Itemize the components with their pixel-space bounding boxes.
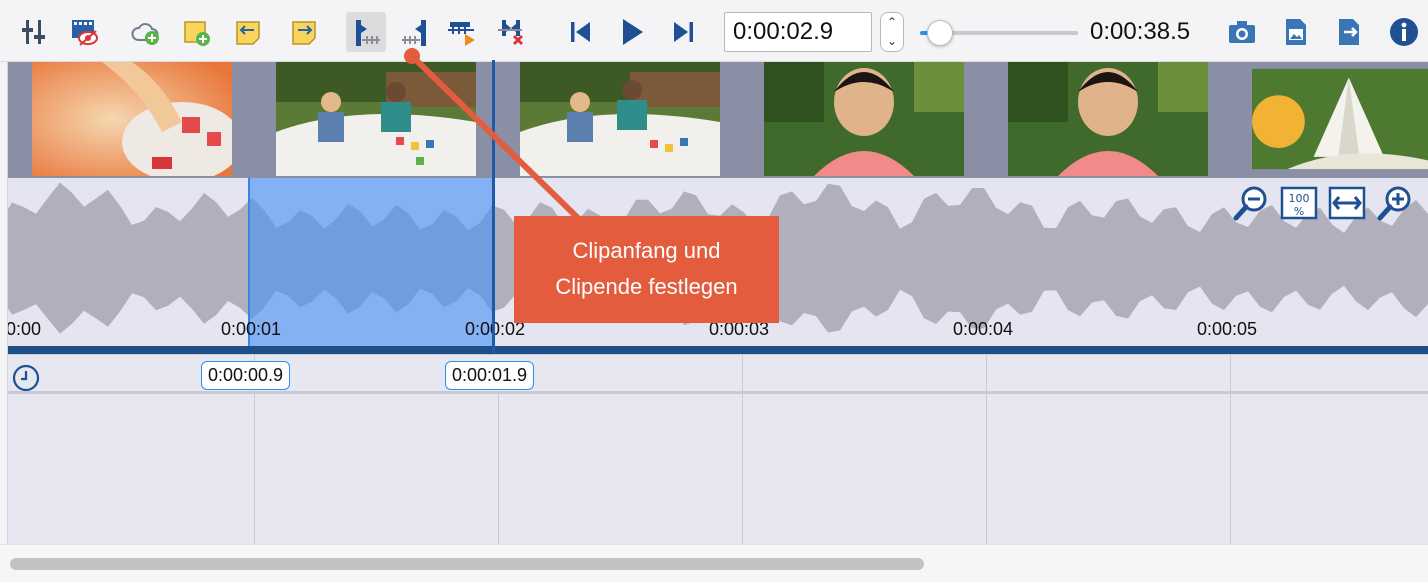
camera-icon xyxy=(1229,21,1255,43)
grid-line xyxy=(986,355,987,391)
note-add-icon xyxy=(184,21,210,46)
equalizer-button[interactable] xyxy=(14,12,54,52)
skip-back-button[interactable] xyxy=(560,12,600,52)
note-left-arrow-icon xyxy=(236,21,260,45)
sliders-icon xyxy=(22,20,45,44)
kids-playing-image xyxy=(276,62,476,176)
grid-line xyxy=(742,355,743,391)
thumbnail-frame xyxy=(1008,62,1208,176)
playback-slider[interactable] xyxy=(920,20,1078,46)
clip-start-marker[interactable]: 0:00:00.9 xyxy=(201,361,291,390)
timeline-left-edge xyxy=(0,62,8,544)
grid-line xyxy=(742,394,743,544)
clip-play-icon xyxy=(448,22,475,46)
skip-back-icon xyxy=(571,22,590,42)
zoom-in-button[interactable] xyxy=(1376,184,1414,222)
svg-text:%: % xyxy=(1294,205,1304,218)
annotation-track[interactable] xyxy=(0,394,1428,544)
zoom-in-icon xyxy=(1377,186,1411,221)
thumbnail-frame xyxy=(520,62,720,176)
export-image-button[interactable] xyxy=(1276,12,1316,52)
current-time-field[interactable]: 0:00:02.9 xyxy=(724,12,872,52)
chevron-down-icon[interactable]: ⌄ xyxy=(881,32,903,51)
thumbnail-frame xyxy=(1252,62,1428,176)
note-right-arrow-icon xyxy=(292,21,316,45)
play-button[interactable] xyxy=(612,12,652,52)
film-eye-icon xyxy=(72,20,98,46)
playhead[interactable] xyxy=(492,60,495,356)
info-icon xyxy=(1390,18,1418,46)
skip-forward-icon xyxy=(674,22,693,42)
thumbnail-frame xyxy=(764,62,964,176)
play-icon xyxy=(623,19,643,45)
ruler-baseline xyxy=(0,346,1428,354)
toys-closeup-image xyxy=(32,62,232,176)
note-back-button[interactable] xyxy=(228,12,268,52)
clip-end-icon xyxy=(402,20,426,46)
info-button[interactable] xyxy=(1384,12,1424,52)
boy-portrait-image xyxy=(764,62,964,176)
set-clip-start-button[interactable] xyxy=(346,12,386,52)
fit-width-icon xyxy=(1328,186,1366,220)
skip-forward-button[interactable] xyxy=(664,12,704,52)
zoom-out-icon xyxy=(1233,186,1267,221)
image-file-icon xyxy=(1286,19,1306,45)
callout-text-line: Clipende festlegen xyxy=(555,274,738,299)
scrollbar-thumb[interactable] xyxy=(10,558,924,570)
clip-selection-region[interactable] xyxy=(249,178,494,346)
time-stepper[interactable]: ⌃ ⌄ xyxy=(880,12,904,52)
fit-width-button[interactable] xyxy=(1328,184,1366,222)
grid-line xyxy=(498,394,499,544)
callout-box: Clipanfang und Clipende festlegen xyxy=(514,216,779,323)
kids-playing-image xyxy=(520,62,720,176)
callout-text-line: Clipanfang und xyxy=(572,238,721,263)
boy-portrait-image xyxy=(1008,62,1208,176)
chevron-up-icon[interactable]: ⌃ xyxy=(881,13,903,32)
thumbnail-frame xyxy=(276,62,476,176)
zoom-out-button[interactable] xyxy=(1232,184,1270,222)
grid-line xyxy=(1230,394,1231,544)
teepee-garden-image xyxy=(1252,68,1428,170)
grid-line xyxy=(1230,355,1231,391)
grid-line xyxy=(254,394,255,544)
duration-label: 0:00:38.5 xyxy=(1090,18,1191,45)
ruler-tick-label: 0:00:05 xyxy=(1197,319,1258,339)
toolbar: 0:00:02.9 ⌃ ⌄ 0:00:38.5 xyxy=(0,0,1428,62)
cloud-add-icon xyxy=(131,23,159,45)
grid-line xyxy=(986,394,987,544)
note-forward-button[interactable] xyxy=(284,12,324,52)
clip-end-marker[interactable]: 0:00:01.9 xyxy=(445,361,535,390)
play-clip-button[interactable] xyxy=(442,12,482,52)
video-thumbnail-strip[interactable] xyxy=(0,62,1428,178)
remove-clip-button[interactable] xyxy=(490,12,530,52)
zoom-100-icon: 100 % xyxy=(1280,186,1318,220)
clock-icon xyxy=(12,364,40,392)
ruler-tick-label: 0:00 xyxy=(6,319,42,339)
svg-text:100: 100 xyxy=(1289,192,1310,205)
clip-remove-icon xyxy=(498,20,524,46)
slider-thumb[interactable] xyxy=(926,20,953,46)
marker-row: 0:00:00.9 0:00:01.9 xyxy=(0,354,1428,394)
file-export-icon xyxy=(1339,19,1359,45)
ruler-tick-label: 0:00:01 xyxy=(221,319,282,339)
export-file-button[interactable] xyxy=(1330,12,1370,52)
add-media-button[interactable] xyxy=(126,12,166,52)
zoom-100-button[interactable]: 100 % xyxy=(1280,184,1318,222)
new-note-button[interactable] xyxy=(176,12,216,52)
set-clip-end-button[interactable] xyxy=(396,12,436,52)
clip-start-icon xyxy=(356,20,380,46)
thumbnail-frame xyxy=(32,62,232,176)
video-effects-button[interactable] xyxy=(64,12,104,52)
horizontal-scrollbar[interactable] xyxy=(0,544,1428,582)
snapshot-button[interactable] xyxy=(1222,12,1262,52)
ruler-tick-label: 0:00:04 xyxy=(953,319,1014,339)
